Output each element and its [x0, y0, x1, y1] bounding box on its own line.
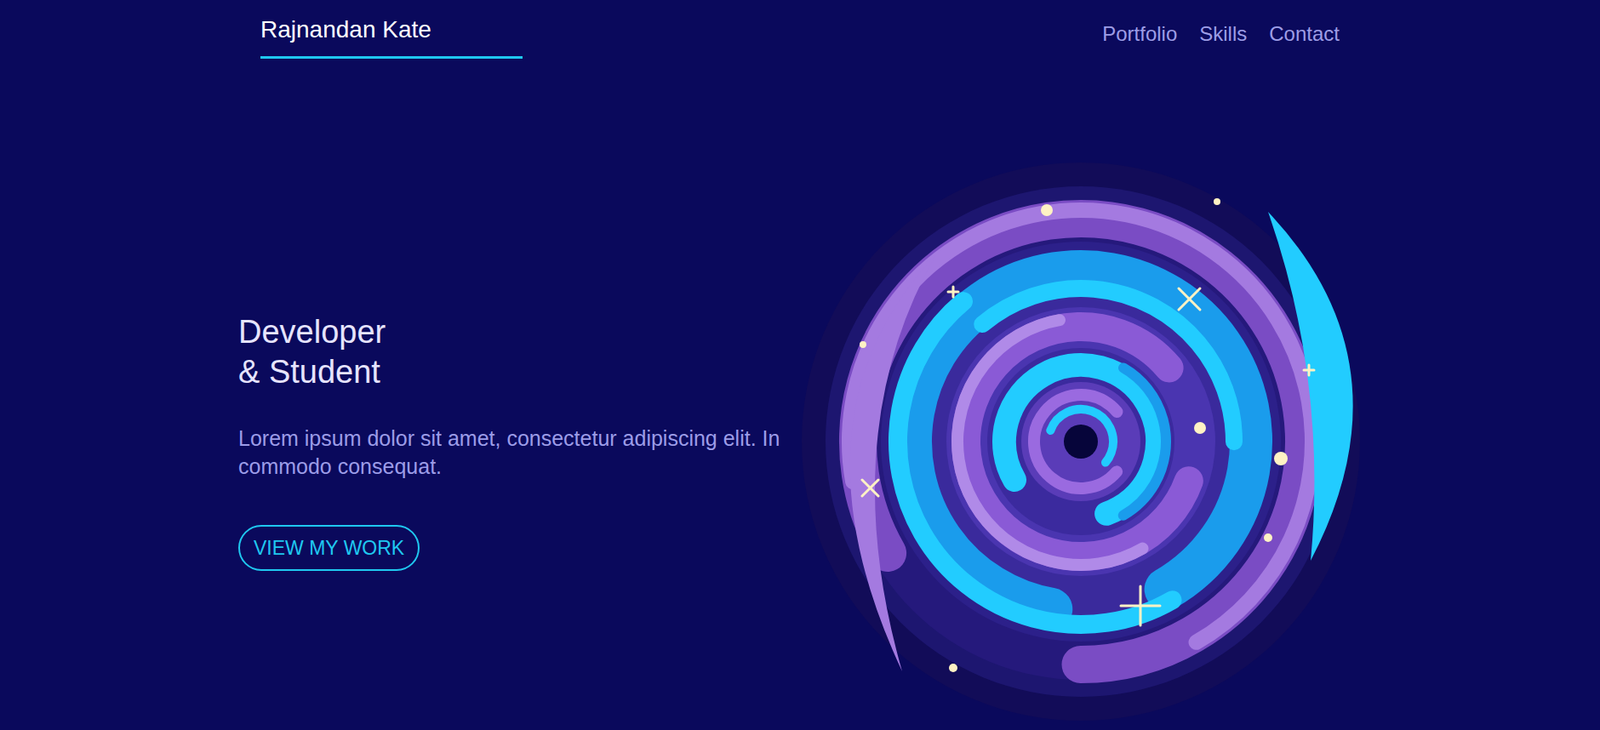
star-dot: [1194, 422, 1206, 435]
spiral-arm: [976, 337, 1186, 547]
spiral-arm: [964, 325, 1197, 558]
hero-paragraph: Lorem ipsum dolor sit amet, consectetur …: [238, 424, 800, 481]
view-work-button[interactable]: VIEW MY WORK: [238, 525, 420, 572]
headline-line: & Student: [238, 352, 800, 393]
headline: Developer& Student: [238, 312, 800, 393]
spiral-arm: [812, 173, 1349, 710]
spiral-arm: [912, 273, 1250, 611]
brand-name[interactable]: Rajnandan Kate: [260, 16, 432, 43]
nav-link[interactable]: Portfolio: [1102, 18, 1178, 50]
nav-link[interactable]: Contact: [1268, 18, 1340, 50]
spiral-arm: [830, 191, 1331, 692]
nav: Portfolio Skills Contact: [1102, 11, 1340, 50]
galaxy-illustration-icon: [800, 160, 1362, 723]
spiral-arm: [1015, 376, 1148, 509]
brand[interactable]: Rajnandan Kate: [260, 11, 523, 59]
sparkle-icon: [862, 286, 1315, 626]
star-dot: [948, 663, 958, 673]
spiral-arm: [933, 294, 1229, 589]
hero-text: Developer& Student Lorem ipsum dolor sit …: [238, 312, 800, 572]
header: Rajnandan Kate Portfolio Skills Contact: [238, 0, 1362, 59]
container: Rajnandan Kate Portfolio Skills Contact Deve…: [238, 0, 1362, 723]
spiral-arm: [883, 244, 1278, 639]
nav-link[interactable]: Skills: [1199, 18, 1247, 50]
star-dot: [1040, 204, 1053, 217]
page: Rajnandan Kate Portfolio Skills Contact Deve…: [0, 0, 1600, 730]
hero: Developer& Student Lorem ipsum dolor sit …: [238, 160, 1362, 723]
spiral-arm: [1039, 400, 1122, 483]
spiral-arm: [864, 225, 1297, 658]
spiral-arm: [800, 160, 1362, 723]
headline-line: Developer: [238, 312, 800, 353]
star-dot: [859, 341, 867, 349]
star-dot: [1213, 198, 1221, 206]
star-dot: [1263, 533, 1273, 543]
star-dot: [1274, 451, 1288, 466]
